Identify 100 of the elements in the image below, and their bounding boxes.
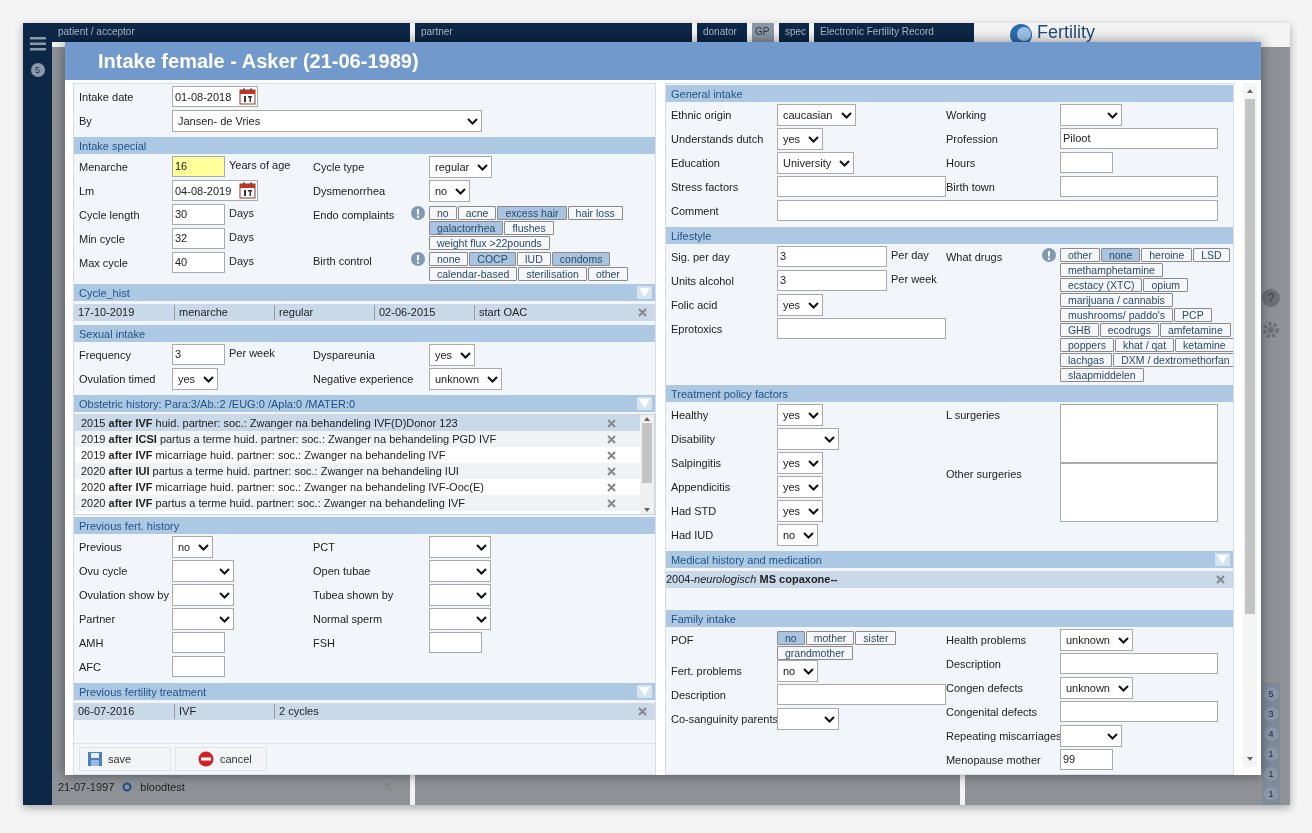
cross-icon[interactable] bbox=[607, 466, 616, 476]
dropdown[interactable]: unknown bbox=[1059, 677, 1133, 699]
dropdown[interactable]: unknown bbox=[429, 368, 503, 390]
toggle-chip[interactable]: weight flux >22pounds bbox=[429, 236, 550, 250]
toggle-chip[interactable]: GHB bbox=[1059, 323, 1099, 337]
dropdown[interactable] bbox=[1059, 725, 1122, 747]
cross-icon[interactable] bbox=[607, 418, 616, 428]
menu-icon[interactable] bbox=[29, 37, 46, 51]
scroll-up-icon[interactable] bbox=[1246, 87, 1254, 95]
collapse-icon[interactable] bbox=[636, 286, 652, 299]
collapse-icon[interactable] bbox=[636, 397, 652, 410]
collapse-icon[interactable] bbox=[1215, 553, 1230, 566]
toggle-chip[interactable]: no bbox=[776, 631, 805, 645]
text-field[interactable]: 3 bbox=[172, 344, 225, 365]
toggle-chip[interactable]: DXM / dextromethorfan bbox=[1113, 353, 1233, 367]
toggle-chip[interactable]: sterilisation bbox=[518, 267, 587, 281]
toggle-chip[interactable]: other bbox=[587, 267, 628, 281]
dropdown[interactable]: yes bbox=[429, 344, 476, 366]
toggle-chip[interactable]: methamphetamine bbox=[1059, 263, 1163, 277]
toggle-chip[interactable]: mushrooms/ paddo's bbox=[1059, 308, 1174, 322]
toggle-chip[interactable]: mother bbox=[805, 631, 855, 645]
toggle-chip[interactable]: excess hair bbox=[497, 206, 567, 220]
text-field[interactable]: 3 bbox=[776, 246, 887, 267]
dropdown[interactable] bbox=[1059, 104, 1122, 126]
text-field[interactable] bbox=[429, 632, 482, 653]
text-field[interactable]: 99 bbox=[1059, 749, 1113, 770]
text-field[interactable]: 3 bbox=[776, 270, 887, 291]
calendar-icon[interactable] bbox=[239, 88, 256, 105]
table-row[interactable]: 17-10-2019 menarche regular 02-06-2015 start OAC bbox=[74, 304, 655, 321]
calendar-icon[interactable] bbox=[239, 182, 256, 199]
table-row[interactable]: 2004-neurologisch MS copaxone-- bbox=[665, 571, 1233, 588]
toggle-chip[interactable]: sister bbox=[855, 631, 897, 645]
text-field[interactable] bbox=[1059, 701, 1218, 722]
cross-icon[interactable] bbox=[637, 707, 647, 716]
dropdown[interactable] bbox=[429, 560, 491, 582]
dropdown[interactable] bbox=[172, 560, 234, 582]
toggle-chip[interactable]: calendar-based bbox=[429, 267, 518, 281]
text-field[interactable] bbox=[776, 176, 946, 197]
text-field[interactable]: 16 bbox=[172, 156, 225, 177]
scroll-down-icon[interactable] bbox=[1246, 755, 1254, 763]
toggle-chip[interactable]: LSD bbox=[1193, 248, 1230, 262]
toggle-chip[interactable]: condoms bbox=[551, 252, 611, 266]
cross-icon[interactable] bbox=[607, 450, 616, 460]
scroll-down-icon[interactable] bbox=[642, 506, 651, 514]
cross-icon[interactable] bbox=[607, 434, 616, 444]
dropdown[interactable]: yes bbox=[776, 476, 824, 498]
text-field[interactable] bbox=[776, 684, 946, 705]
dropdown[interactable]: no bbox=[776, 524, 819, 546]
date-field[interactable]: 04-08-2019 bbox=[172, 180, 258, 201]
dropdown[interactable]: caucasian bbox=[776, 104, 856, 126]
cross-icon[interactable] bbox=[607, 498, 616, 508]
toggle-chip[interactable]: PCP bbox=[1174, 308, 1212, 322]
dropdown[interactable]: no bbox=[429, 180, 471, 202]
dropdown[interactable]: no bbox=[776, 660, 819, 682]
cross-icon[interactable] bbox=[637, 308, 647, 317]
dropdown[interactable]: yes bbox=[776, 500, 824, 522]
dropdown[interactable]: regular bbox=[429, 156, 493, 178]
text-area[interactable] bbox=[1059, 404, 1218, 463]
text-area[interactable] bbox=[1059, 463, 1218, 522]
dropdown[interactable]: yes bbox=[172, 368, 219, 390]
text-field[interactable] bbox=[172, 632, 225, 653]
toggle-chip[interactable]: galactorrhea bbox=[429, 221, 504, 235]
cancel-button[interactable]: cancel bbox=[175, 747, 267, 771]
cross-icon[interactable] bbox=[607, 482, 616, 492]
toggle-chip[interactable]: poppers bbox=[1059, 338, 1114, 352]
list-row[interactable]: 2015 after IVF huid. partner: soc.: Zwanger na behandeling IVF(D)Donor 123 bbox=[75, 415, 640, 431]
text-field[interactable] bbox=[1059, 152, 1113, 173]
save-button[interactable]: save bbox=[79, 747, 171, 771]
toggle-chip[interactable]: IUD bbox=[516, 252, 551, 266]
toggle-chip[interactable]: other bbox=[1059, 248, 1100, 262]
dropdown[interactable]: Jansen- de Vries bbox=[172, 110, 482, 132]
dropdown[interactable] bbox=[776, 708, 839, 730]
text-field[interactable] bbox=[1059, 176, 1218, 197]
cross-icon[interactable] bbox=[1216, 575, 1225, 584]
dropdown[interactable]: no bbox=[172, 536, 214, 558]
dropdown[interactable]: yes bbox=[776, 452, 824, 474]
list-row[interactable]: 2020 after IVF partus a terme huid. partner: soc.: Zwanger na behandeling IVF bbox=[75, 495, 640, 511]
header-tab[interactable]: GP bbox=[752, 23, 774, 42]
toggle-chip[interactable]: opium bbox=[1143, 278, 1189, 292]
toggle-chip[interactable]: lachgas bbox=[1059, 353, 1113, 367]
toggle-chip[interactable]: grandmother bbox=[776, 646, 853, 660]
toggle-chip[interactable]: ecodrugs bbox=[1099, 323, 1159, 337]
table-row[interactable]: 06-07-2016 IVF 2 cycles bbox=[74, 703, 655, 720]
dropdown[interactable] bbox=[172, 584, 234, 606]
settings-icon[interactable] bbox=[1262, 321, 1280, 339]
text-field[interactable]: Piloot bbox=[1059, 128, 1218, 149]
text-field[interactable]: 32 bbox=[172, 228, 225, 249]
dropdown[interactable] bbox=[429, 584, 491, 606]
list-row[interactable]: 2019 after ICSI partus a terme huid. partner: soc.: Zwanger na behandeling PGD IVF bbox=[75, 431, 640, 447]
dropdown[interactable]: yes bbox=[776, 404, 824, 426]
toggle-chip[interactable]: khat / qat bbox=[1114, 338, 1175, 352]
scrollbar[interactable] bbox=[1243, 83, 1257, 767]
list-row[interactable]: 2020 after IVF micarriage huid. partner: soc.: Zwanger na behandeling IVF-Ooc(E) bbox=[75, 479, 640, 495]
text-field[interactable] bbox=[776, 318, 946, 339]
toggle-chip[interactable]: none bbox=[429, 252, 469, 266]
toggle-chip[interactable]: COCP bbox=[469, 252, 516, 266]
dropdown[interactable]: yes bbox=[776, 294, 824, 316]
collapse-icon[interactable] bbox=[636, 685, 652, 698]
toggle-chip[interactable]: flushes bbox=[504, 221, 554, 235]
dropdown[interactable] bbox=[429, 536, 491, 558]
